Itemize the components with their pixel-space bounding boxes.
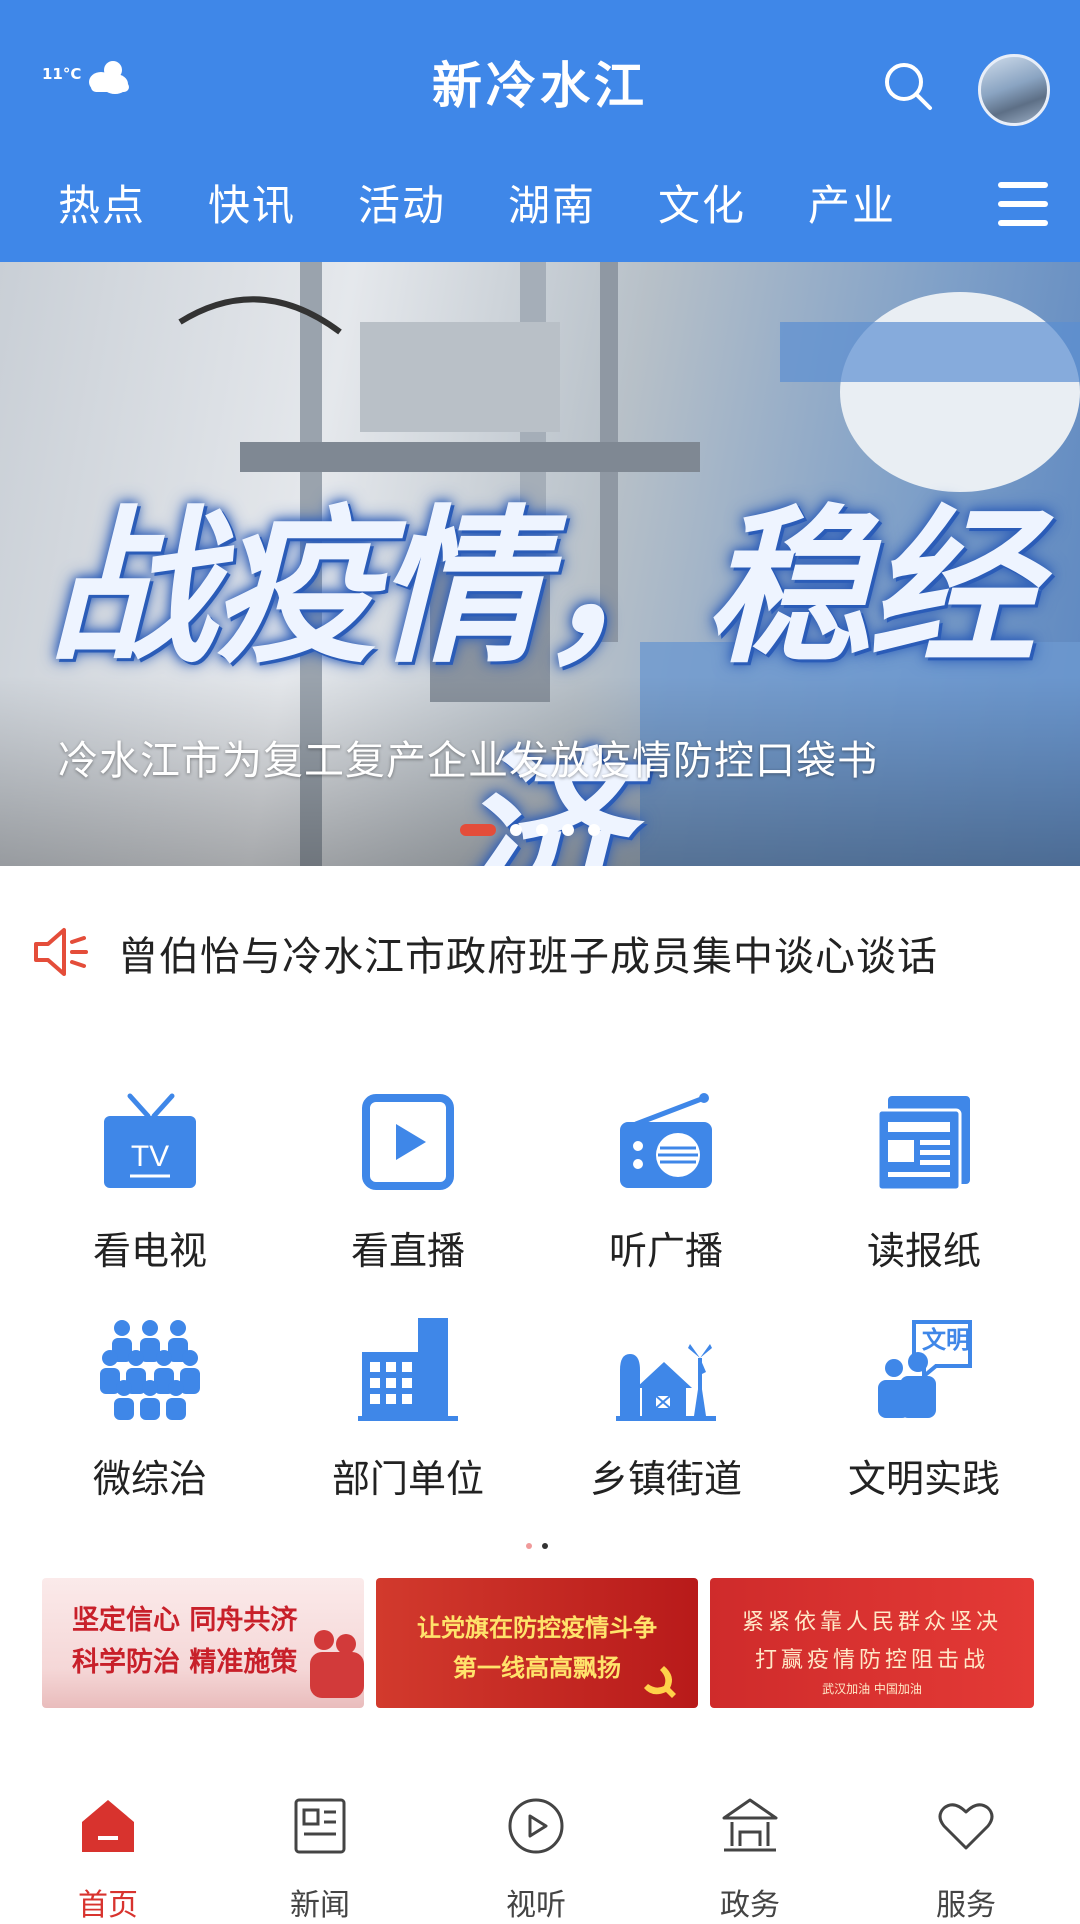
speaker-icon bbox=[34, 928, 88, 976]
nav-label: 服务 bbox=[936, 1888, 996, 1923]
village-icon bbox=[616, 1344, 716, 1421]
promo-line: 紧紧依靠人民群众坚决 bbox=[741, 1610, 1002, 1635]
nav-government[interactable]: 政务 bbox=[680, 1796, 820, 1923]
grid-item-towns[interactable]: 乡镇街道 bbox=[536, 1318, 796, 1518]
grid-item-departments[interactable]: 部门单位 bbox=[278, 1318, 538, 1518]
promo-card-confidence[interactable]: 坚定信心 同舟共济 科学防治 精准施策 bbox=[42, 1578, 364, 1708]
bottom-navigation: 首页 新闻 视听 政务 服务 bbox=[0, 1750, 1080, 1923]
play-icon bbox=[362, 1094, 454, 1190]
grid-label: 读报纸 bbox=[866, 1229, 981, 1273]
grid-label: 看电视 bbox=[92, 1229, 207, 1273]
menu-icon[interactable] bbox=[998, 182, 1048, 226]
grid-label: 看直播 bbox=[350, 1229, 465, 1273]
page-dot-active[interactable] bbox=[542, 1543, 548, 1549]
nav-label: 首页 bbox=[78, 1888, 138, 1923]
banner-caption[interactable]: 冷水江市为复工复产企业发放疫情防控口袋书 bbox=[58, 728, 878, 786]
party-emblem-icon bbox=[644, 1666, 676, 1698]
avatar[interactable] bbox=[978, 54, 1050, 126]
banner-overlay-text: 战疫情，稳经济 bbox=[48, 488, 1036, 866]
grid-item-live[interactable]: 看直播 bbox=[278, 1090, 538, 1290]
grid-item-tv[interactable]: TV 看电视 bbox=[20, 1090, 280, 1290]
carousel-dot[interactable] bbox=[562, 824, 574, 836]
nav-home[interactable]: 首页 bbox=[38, 1796, 178, 1923]
news-ticker[interactable]: 曾伯怡与冷水江市政府班子成员集中谈心谈话 bbox=[30, 920, 1050, 986]
grid-label: 乡镇街道 bbox=[589, 1457, 742, 1501]
promo-card-people[interactable]: 紧紧依靠人民群众坚决 打赢疫情防控阻击战 武汉加油 中国加油 bbox=[710, 1578, 1034, 1708]
search-icon[interactable] bbox=[880, 58, 936, 114]
nav-label: 政务 bbox=[720, 1888, 780, 1923]
news-icon bbox=[294, 1798, 346, 1854]
promo-line: 打赢疫情防控阻击战 bbox=[754, 1648, 989, 1673]
nav-news[interactable]: 新闻 bbox=[250, 1796, 390, 1923]
nav-media[interactable]: 视听 bbox=[466, 1796, 606, 1923]
carousel-indicator bbox=[460, 824, 600, 836]
grid-label: 听广播 bbox=[608, 1229, 723, 1273]
grid-label: 微综治 bbox=[92, 1457, 207, 1501]
tab-activities[interactable]: 活动 bbox=[358, 166, 446, 246]
grid-item-radio[interactable]: 听广播 bbox=[536, 1090, 796, 1290]
banner-carousel[interactable]: 战疫情，稳经济 冷水江市为复工复产企业发放疫情防控口袋书 bbox=[0, 262, 1080, 866]
grid-item-governance[interactable]: 微综治 bbox=[20, 1318, 280, 1518]
group-icon bbox=[100, 1320, 200, 1420]
grid-item-newspaper[interactable]: 读报纸 bbox=[794, 1090, 1054, 1290]
promo-card-party-flag[interactable]: 让党旗在防控疫情斗争 第一线高高飘扬 bbox=[376, 1578, 698, 1708]
home-icon bbox=[82, 1800, 134, 1852]
tab-news-flash[interactable]: 快讯 bbox=[208, 166, 296, 246]
tab-hunan[interactable]: 湖南 bbox=[508, 166, 596, 246]
heart-icon bbox=[938, 1803, 994, 1850]
nav-label: 新闻 bbox=[290, 1888, 350, 1923]
promo-line: 让党旗在防控疫情斗争 bbox=[417, 1614, 657, 1642]
carousel-dot[interactable] bbox=[536, 824, 548, 836]
nav-label: 视听 bbox=[506, 1888, 566, 1923]
carousel-dot[interactable] bbox=[460, 824, 496, 836]
tab-culture[interactable]: 文化 bbox=[658, 166, 746, 246]
radio-icon bbox=[620, 1093, 712, 1188]
svg-text:TV: TV bbox=[131, 1140, 169, 1173]
grid-page-indicator bbox=[526, 1543, 548, 1549]
civilization-badge-text: 文明 bbox=[922, 1326, 970, 1354]
page-dot[interactable] bbox=[526, 1543, 532, 1549]
decorative-silhouette bbox=[310, 1630, 364, 1698]
tv-icon: TV bbox=[104, 1093, 196, 1188]
building-icon bbox=[358, 1318, 458, 1421]
ticker-text[interactable]: 曾伯怡与冷水江市政府班子成员集中谈心谈话 bbox=[118, 924, 938, 982]
nav-service[interactable]: 服务 bbox=[896, 1796, 1036, 1923]
play-circle-icon bbox=[508, 1798, 564, 1854]
channel-tabs: 热点 快讯 活动 湖南 文化 产业 bbox=[0, 166, 1080, 246]
government-icon bbox=[722, 1798, 778, 1852]
newspaper-icon bbox=[876, 1096, 970, 1192]
carousel-dot[interactable] bbox=[510, 824, 522, 836]
app-header: 11°C 新冷水江 热点 快讯 活动 湖南 文化 产业 bbox=[0, 0, 1080, 262]
grid-item-civilization[interactable]: 文明 文明实践 bbox=[794, 1318, 1054, 1518]
tab-industry[interactable]: 产业 bbox=[808, 166, 896, 246]
grid-label: 部门单位 bbox=[331, 1457, 484, 1501]
grid-label: 文明实践 bbox=[847, 1457, 1000, 1501]
carousel-dot[interactable] bbox=[588, 824, 600, 836]
tab-hot[interactable]: 热点 bbox=[58, 166, 146, 246]
promo-line: 武汉加油 中国加油 bbox=[822, 1682, 922, 1696]
